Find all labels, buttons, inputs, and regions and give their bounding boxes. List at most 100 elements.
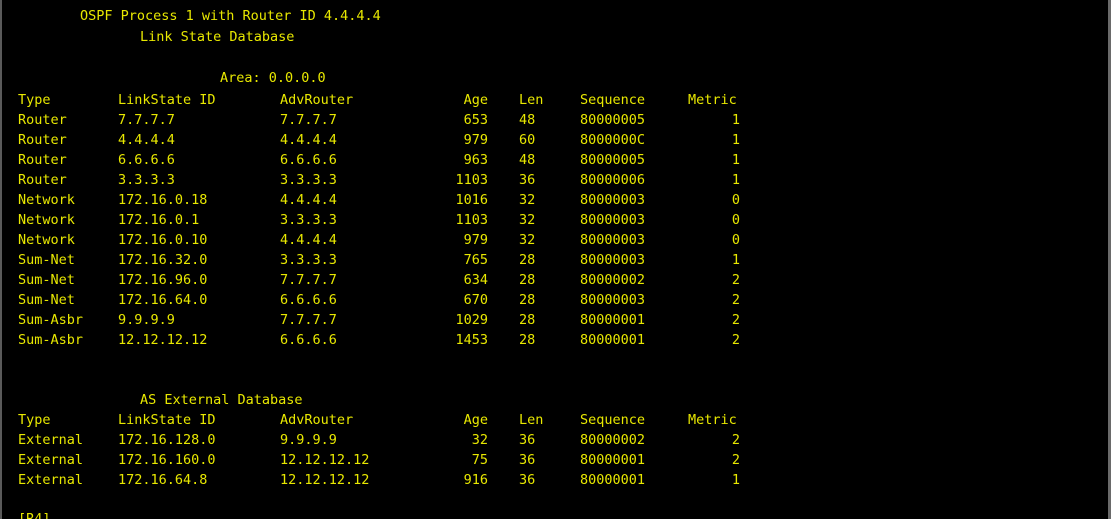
cell-metric: 2 [731,272,740,288]
cell-sequence: 80000005 [580,152,646,168]
cell-linkstate-id: 172.16.32.0 [118,252,208,268]
cell-advrouter: 6.6.6.6 [280,332,337,348]
cell-type: External [18,472,84,488]
cell-advrouter: 7.7.7.7 [280,112,337,128]
external-db-title: AS External Database [140,392,303,408]
cell-advrouter: 4.4.4.4 [280,192,337,208]
table-row: Router 6.6.6.6 6.6.6.6 963 48 80000005 1 [2,150,1102,170]
cell-metric: 1 [731,172,740,188]
cell-linkstate-id: 172.16.128.0 [118,432,216,448]
cell-sequence: 80000006 [580,172,646,188]
cell-age: 634 [463,272,488,288]
cell-type: Router [18,132,67,148]
col-advrouter: AdvRouter [280,412,354,428]
cell-metric: 1 [731,112,740,128]
table-row: External 172.16.64.8 12.12.12.12 916 36 80000… [2,470,1102,490]
cell-metric: 2 [731,452,740,468]
external-header-row: Type LinkState ID AdvRouter Age Len Sequ… [2,410,1102,430]
cell-type: Sum-Asbr [18,312,84,328]
cell-type: External [18,432,84,448]
cell-advrouter: 6.6.6.6 [280,292,337,308]
cell-linkstate-id: 172.16.160.0 [118,452,216,468]
table-row: Sum-Net 172.16.96.0 7.7.7.7 634 28 80000002 2 [2,270,1102,290]
cell-sequence: 80000003 [580,252,646,268]
cell-sequence: 80000003 [580,192,646,208]
table-row: Network 172.16.0.18 4.4.4.4 1016 32 80000003 0 [2,190,1102,210]
cell-sequence: 80000001 [580,312,646,328]
cell-len: 28 [519,272,536,288]
cell-age: 1029 [455,312,488,328]
cell-len: 36 [519,432,536,448]
cli-prompt[interactable]: [R4] [18,509,51,519]
cell-type: Router [18,152,67,168]
cell-len: 36 [519,452,536,468]
cell-len: 60 [519,132,536,148]
table-row: Sum-Asbr 12.12.12.12 6.6.6.6 1453 28 80000001… [2,330,1102,350]
col-age: Age [463,412,488,428]
cell-age: 670 [463,292,488,308]
cell-len: 28 [519,332,536,348]
cell-linkstate-id: 172.16.64.8 [118,472,208,488]
cell-type: Sum-Net [18,252,75,268]
cell-len: 32 [519,192,536,208]
cell-age: 1103 [455,212,488,228]
cell-len: 32 [519,232,536,248]
cell-type: Sum-Asbr [18,332,84,348]
col-advrouter: AdvRouter [280,92,354,108]
cell-age: 1103 [455,172,488,188]
cell-len: 28 [519,252,536,268]
cell-type: Network [18,212,75,228]
table-row: Router 7.7.7.7 7.7.7.7 653 48 80000005 1 [2,110,1102,130]
table-row: Router 3.3.3.3 3.3.3.3 1103 36 80000006 1 [2,170,1102,190]
cell-age: 765 [463,252,488,268]
lsdb-title: Link State Database [140,29,295,45]
col-sequence: Sequence [580,412,646,428]
cell-advrouter: 9.9.9.9 [280,432,337,448]
cell-age: 1016 [455,192,488,208]
cell-metric: 0 [731,212,740,228]
table-row: External 172.16.128.0 9.9.9.9 32 36 80000002 2 [2,430,1102,450]
lsdb-header-row: Type LinkState ID AdvRouter Age Len Sequ… [2,90,1102,110]
cell-sequence: 8000000C [580,132,646,148]
cell-linkstate-id: 172.16.0.18 [118,192,208,208]
cell-advrouter: 12.12.12.12 [280,452,370,468]
cell-advrouter: 3.3.3.3 [280,212,337,228]
cell-len: 36 [519,172,536,188]
cell-advrouter: 3.3.3.3 [280,252,337,268]
cell-age: 32 [471,432,488,448]
cell-age: 653 [463,112,488,128]
col-age: Age [463,92,488,108]
terminal-window[interactable]: OSPF Process 1 with Router ID 4.4.4.4 Li… [0,0,1111,519]
cell-metric: 0 [731,232,740,248]
cell-linkstate-id: 172.16.96.0 [118,272,208,288]
area-label: Area: 0.0.0.0 [220,70,326,86]
cell-advrouter: 12.12.12.12 [280,472,370,488]
cell-metric: 1 [731,472,740,488]
cell-advrouter: 7.7.7.7 [280,272,337,288]
col-linkstate-id: LinkState ID [118,92,216,108]
cell-sequence: 80000002 [580,272,646,288]
table-row: Router 4.4.4.4 4.4.4.4 979 60 8000000C 1 [2,130,1102,150]
cell-type: Network [18,232,75,248]
cell-linkstate-id: 172.16.64.0 [118,292,208,308]
table-row: External 172.16.160.0 12.12.12.12 75 36 80000… [2,450,1102,470]
col-metric: Metric [688,412,737,428]
cell-len: 32 [519,212,536,228]
cell-advrouter: 4.4.4.4 [280,132,337,148]
col-len: Len [519,92,544,108]
cell-metric: 2 [731,292,740,308]
cell-age: 75 [471,452,488,468]
cell-linkstate-id: 7.7.7.7 [118,112,175,128]
cell-metric: 2 [731,312,740,328]
col-len: Len [519,412,544,428]
table-row: Network 172.16.0.1 3.3.3.3 1103 32 80000003 0 [2,210,1102,230]
cell-type: Network [18,192,75,208]
cell-sequence: 80000002 [580,432,646,448]
col-linkstate-id: LinkState ID [118,412,216,428]
cell-type: Sum-Net [18,272,75,288]
cell-metric: 1 [731,132,740,148]
cell-len: 48 [519,152,536,168]
cell-type: Router [18,112,67,128]
process-header: OSPF Process 1 with Router ID 4.4.4.4 [80,8,381,24]
table-row: Sum-Net 172.16.32.0 3.3.3.3 765 28 80000003 1 [2,250,1102,270]
